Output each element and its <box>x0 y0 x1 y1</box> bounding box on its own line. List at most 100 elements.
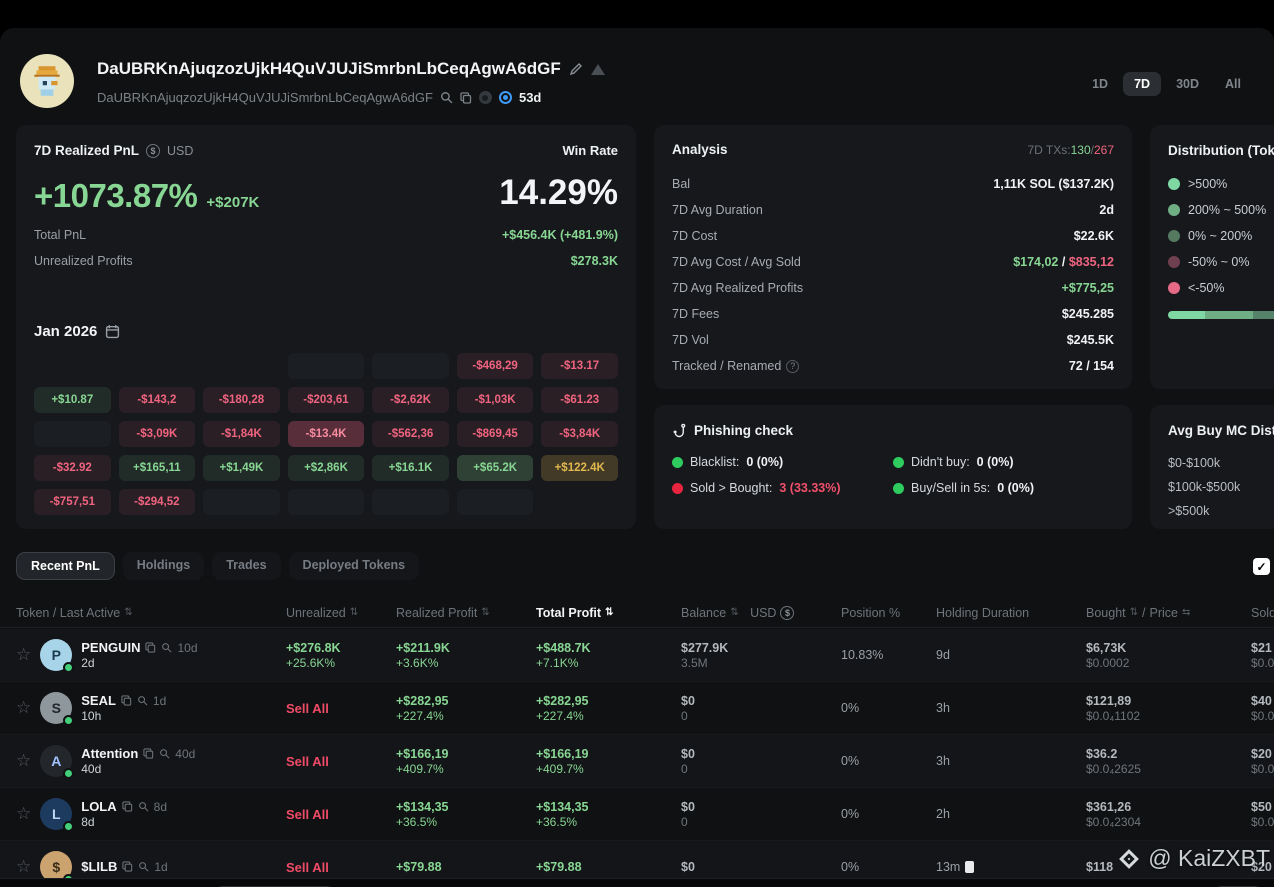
calendar-day-cell[interactable] <box>203 489 280 515</box>
calendar-day-cell[interactable]: -$203,61 <box>288 387 365 413</box>
calendar-day-cell[interactable]: -$1,03K <box>457 387 534 413</box>
calendar-day-cell[interactable]: -$3,84K <box>541 421 618 447</box>
calendar-day-cell[interactable]: -$180,28 <box>203 387 280 413</box>
search-icon[interactable] <box>159 748 170 759</box>
col-realized[interactable]: Realized Profit⇅ <box>396 606 536 620</box>
search-icon[interactable] <box>138 801 149 812</box>
calendar-day-cell[interactable]: -$468,29 <box>457 353 534 379</box>
usd-coin-icon[interactable]: $ <box>146 144 160 158</box>
calendar-day-cell[interactable]: -$13.4K <box>288 421 365 447</box>
calendar-day-cell[interactable]: -$61.23 <box>541 387 618 413</box>
calendar-day-cell[interactable] <box>457 489 534 515</box>
watchlist-star-icon[interactable]: ☆ <box>16 857 31 877</box>
tab[interactable]: Deployed Tokens <box>289 552 420 580</box>
calendar-day-cell[interactable]: -$869,45 <box>457 421 534 447</box>
tab[interactable]: Trades <box>212 552 280 580</box>
calendar-day-cell[interactable]: +$1,49K <box>203 455 280 481</box>
calendar-day-cell[interactable]: +$16.1K <box>372 455 449 481</box>
copy-icon[interactable] <box>460 92 472 104</box>
time-range-button[interactable]: 30D <box>1165 72 1210 96</box>
calendar-day-cell[interactable]: +$2,86K <box>288 455 365 481</box>
sell-all-button[interactable]: Sell All <box>286 754 396 769</box>
analysis-row-bal: Bal1,11K SOL ($137.2K) <box>672 171 1114 197</box>
pyramid-icon[interactable] <box>591 64 605 75</box>
phishing-check-card: Phishing check Blacklist:0 (0%) Didn't b… <box>654 405 1132 529</box>
copy-icon[interactable] <box>122 801 133 812</box>
col-position[interactable]: Position % <box>841 606 936 620</box>
copy-icon[interactable] <box>122 861 133 872</box>
calendar-day-cell[interactable]: -$32.92 <box>34 455 111 481</box>
currency-label[interactable]: USD <box>167 144 193 158</box>
table-checkbox[interactable]: ✓ <box>1253 558 1270 575</box>
col-token[interactable]: Token / Last Active⇅ <box>16 606 286 620</box>
token-name[interactable]: PENGUIN <box>81 640 140 655</box>
calendar-day-cell[interactable]: +$165,11 <box>119 455 196 481</box>
watchlist-star-icon[interactable]: ☆ <box>16 751 31 771</box>
calendar-day-cell[interactable]: +$122.4K <box>541 455 618 481</box>
explorer-icon[interactable] <box>479 91 492 104</box>
search-icon[interactable] <box>138 861 149 872</box>
sell-all-button[interactable]: Sell All <box>286 807 396 822</box>
calendar-day-cell[interactable]: -$143,2 <box>119 387 196 413</box>
calendar-day-cell[interactable]: -$562,36 <box>372 421 449 447</box>
calendar-day-cell[interactable]: -$1,84K <box>203 421 280 447</box>
calendar-day-cell[interactable]: +$10.87 <box>34 387 111 413</box>
col-bought-price[interactable]: Bought⇅/Price⇆ <box>1086 606 1251 620</box>
time-range-button[interactable]: All <box>1214 72 1252 96</box>
position-cell: 0% <box>841 754 936 768</box>
calendar-day-cell[interactable]: -$3,09K <box>119 421 196 447</box>
token-name[interactable]: $LILB <box>81 859 117 874</box>
watchlist-star-icon[interactable]: ☆ <box>16 698 31 718</box>
table-header: Token / Last Active⇅ Unrealized⇅ Realize… <box>0 598 1274 628</box>
watchlist-star-icon[interactable]: ☆ <box>16 804 31 824</box>
sell-all-button[interactable]: Sell All <box>286 701 396 716</box>
unrealized-cell: +$276.8K+25.6K% <box>286 641 396 670</box>
token-name[interactable]: LOLA <box>81 799 116 814</box>
balance-cell: $00 <box>681 694 841 723</box>
platform-badge-icon <box>63 768 74 777</box>
tab[interactable]: Recent PnL <box>16 552 115 580</box>
search-icon[interactable] <box>137 695 148 706</box>
sell-all-button[interactable]: Sell All <box>286 860 396 875</box>
distribution-title: Distribution (Token) <box>1168 143 1274 158</box>
search-icon[interactable] <box>161 642 172 653</box>
calendar-day-cell[interactable] <box>372 353 449 379</box>
calendar-day-cell[interactable] <box>34 421 111 447</box>
table-row[interactable]: ☆ A Attention 40d 40d Sell All +$166,19+… <box>0 735 1274 788</box>
table-row[interactable]: ☆ L LOLA 8d 8d Sell All +$134,35+36.5% +… <box>0 788 1274 841</box>
table-row[interactable]: ☆ P PENGUIN 10d 2d +$276.8K+25.6K% +$211… <box>0 629 1274 682</box>
col-total-profit[interactable]: Total Profit⇅ <box>536 606 681 620</box>
col-balance[interactable]: Balance⇅ USD$ <box>681 606 841 620</box>
calendar-icon[interactable] <box>105 324 120 339</box>
token-name[interactable]: Attention <box>81 746 138 761</box>
copy-icon[interactable] <box>121 695 132 706</box>
copy-icon[interactable] <box>145 642 156 653</box>
calendar-day-cell[interactable]: -$294,52 <box>119 489 196 515</box>
calendar-day-cell[interactable] <box>288 353 365 379</box>
section-tabs: Recent PnL Holdings Trades Deployed Tokens <box>16 552 419 580</box>
watermark-logo-icon <box>1119 849 1139 869</box>
col-holding-duration[interactable]: Holding Duration <box>936 606 1086 620</box>
time-range-button[interactable]: 7D <box>1123 72 1161 96</box>
watchlist-star-icon[interactable]: ☆ <box>16 645 31 665</box>
col-sold[interactable]: Sold <box>1251 606 1274 620</box>
calendar-day-cell[interactable]: +$65.2K <box>457 455 534 481</box>
calendar-day-cell[interactable] <box>372 489 449 515</box>
edit-icon[interactable] <box>569 62 583 76</box>
token-name[interactable]: SEAL <box>81 693 116 708</box>
tab[interactable]: Holdings <box>123 552 204 580</box>
phishing-item: Blacklist:0 (0%) <box>672 455 893 469</box>
calendar-day-cell[interactable]: -$2,62K <box>372 387 449 413</box>
tracking-icon[interactable] <box>499 91 512 104</box>
help-icon[interactable]: ? <box>786 360 799 373</box>
copy-icon[interactable] <box>143 748 154 759</box>
search-icon[interactable] <box>440 91 453 104</box>
calendar-day-cell[interactable] <box>288 489 365 515</box>
col-unrealized[interactable]: Unrealized⇅ <box>286 606 396 620</box>
table-row[interactable]: ☆ S SEAL 1d 10h Sell All +$282,95+227.4%… <box>0 682 1274 735</box>
calendar-day-cell[interactable]: -$13.17 <box>541 353 618 379</box>
legend-dot-icon <box>1168 230 1180 242</box>
analysis-row-tracked: Tracked / Renamed?72 / 154 <box>672 353 1114 379</box>
calendar-day-cell[interactable]: -$757,51 <box>34 489 111 515</box>
time-range-button[interactable]: 1D <box>1081 72 1119 96</box>
